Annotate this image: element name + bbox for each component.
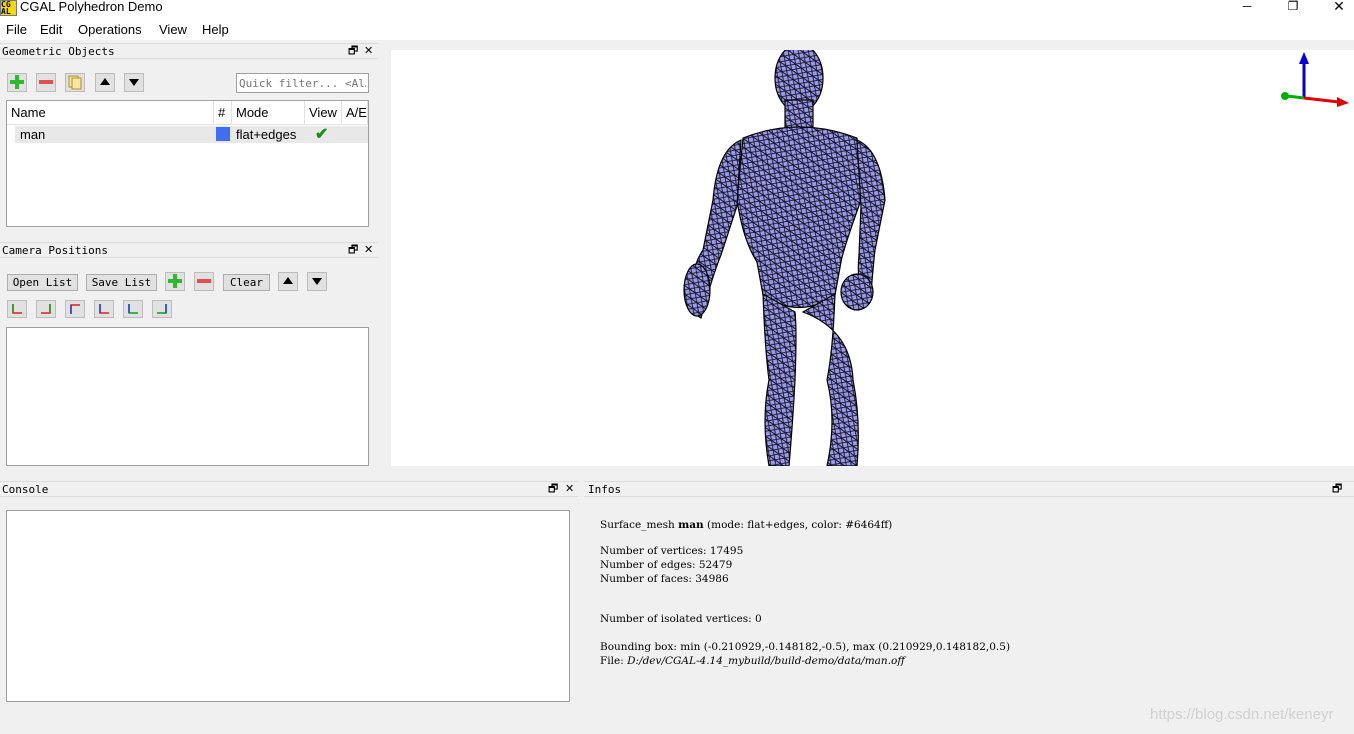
menu-edit[interactable]: Edit xyxy=(40,22,62,37)
table-row[interactable]: man flat+edges ✔ xyxy=(15,126,368,143)
corner-view-icon xyxy=(41,304,51,314)
plus-icon xyxy=(168,274,182,288)
objects-table: Name # Mode View A/E man flat+edges ✔ xyxy=(6,100,369,227)
arrow-down-icon xyxy=(312,278,322,285)
watermark: https://blog.csdn.net/keneyr xyxy=(1150,706,1334,723)
column-name[interactable]: Name xyxy=(7,101,214,125)
view-right-button[interactable] xyxy=(152,300,172,318)
close-dock-icon[interactable]: ✕ xyxy=(565,481,574,497)
console-title: Console xyxy=(0,481,578,497)
view-top-button[interactable] xyxy=(65,300,85,318)
file-path: D:/dev/CGAL-4.14_mybuild/build-demo/data… xyxy=(627,655,905,667)
camera-up-button[interactable] xyxy=(278,272,298,291)
visible-check-icon[interactable]: ✔ xyxy=(315,124,328,144)
close-button[interactable]: ✕ xyxy=(1316,0,1354,20)
open-list-button[interactable]: Open List xyxy=(7,274,78,291)
duplicate-item-button[interactable] xyxy=(65,73,85,92)
copy-icon xyxy=(68,75,82,90)
camera-down-button[interactable] xyxy=(307,272,327,291)
close-dock-icon[interactable]: ✕ xyxy=(364,242,373,258)
geometric-objects-title: Geometric Objects xyxy=(0,43,378,59)
menu-file[interactable]: File xyxy=(6,22,27,37)
info-isolated-vertices: Number of isolated vertices: 0 xyxy=(600,613,762,625)
info-summary: Surface_mesh man (mode: flat+edges, colo… xyxy=(600,519,893,531)
object-color-swatch[interactable] xyxy=(216,127,230,141)
clear-button[interactable]: Clear xyxy=(223,274,270,291)
column-mode[interactable]: Mode xyxy=(232,101,305,125)
menu-help[interactable]: Help xyxy=(202,22,229,37)
info-file: File: D:/dev/CGAL-4.14_mybuild/build-dem… xyxy=(600,655,905,667)
column-ae[interactable]: A/E xyxy=(342,101,368,125)
close-dock-icon[interactable]: ✕ xyxy=(364,43,373,59)
remove-camera-button[interactable] xyxy=(194,272,214,291)
title-bar xyxy=(0,0,1354,20)
quick-filter-input[interactable] xyxy=(236,73,369,93)
app-logo-icon: CG AL xyxy=(0,0,17,16)
minimize-button[interactable]: ─ xyxy=(1224,0,1270,20)
plus-icon xyxy=(10,75,24,89)
move-up-button[interactable] xyxy=(95,73,115,92)
move-down-button[interactable] xyxy=(124,73,144,92)
minus-icon xyxy=(39,80,53,84)
view-back-button[interactable] xyxy=(36,300,56,318)
infos-title: Infos xyxy=(584,481,1354,497)
column-color[interactable]: # xyxy=(214,101,232,125)
float-dock-icon[interactable]: 🗗 xyxy=(1332,481,1342,497)
info-faces: Number of faces: 34986 xyxy=(600,573,729,585)
float-dock-icon[interactable]: 🗗 xyxy=(348,43,358,59)
camera-list[interactable] xyxy=(6,327,369,466)
view-front-button[interactable] xyxy=(7,300,27,318)
view-left-button[interactable] xyxy=(123,300,143,318)
corner-view-icon xyxy=(12,304,22,314)
axis-gizmo xyxy=(1281,52,1349,107)
arrow-up-icon xyxy=(283,277,293,284)
arrow-down-icon xyxy=(129,79,139,86)
object-mode[interactable]: flat+edges xyxy=(236,127,296,142)
mesh-render xyxy=(683,50,886,466)
info-vertices: Number of vertices: 17495 xyxy=(600,545,744,557)
camera-positions-title: Camera Positions xyxy=(0,242,378,258)
arrow-up-icon xyxy=(100,78,110,85)
add-camera-button[interactable] xyxy=(165,272,185,291)
column-view[interactable]: View xyxy=(305,101,342,125)
remove-item-button[interactable] xyxy=(36,73,56,92)
restore-button[interactable]: ❐ xyxy=(1270,0,1316,20)
float-dock-icon[interactable]: 🗗 xyxy=(348,242,358,258)
info-edges: Number of edges: 52479 xyxy=(600,559,733,571)
menu-operations[interactable]: Operations xyxy=(78,22,142,37)
object-name: man xyxy=(20,127,46,142)
view-bottom-button[interactable] xyxy=(94,300,114,318)
minus-icon xyxy=(197,279,211,283)
console-output[interactable] xyxy=(6,510,570,702)
human-mesh xyxy=(683,50,886,466)
corner-view-icon xyxy=(99,304,109,314)
float-dock-icon[interactable]: 🗗 xyxy=(548,481,558,497)
info-bounding-box: Bounding box: min (-0.210929,-0.148182,-… xyxy=(600,641,1011,653)
corner-view-icon xyxy=(128,304,138,314)
corner-view-icon xyxy=(70,304,80,314)
menu-view[interactable]: View xyxy=(159,22,187,37)
window-title: CGAL Polyhedron Demo xyxy=(20,0,163,14)
corner-view-icon xyxy=(157,304,167,314)
add-item-button[interactable] xyxy=(7,73,27,92)
save-list-button[interactable]: Save List xyxy=(86,274,157,291)
3d-viewer[interactable] xyxy=(391,50,1354,466)
